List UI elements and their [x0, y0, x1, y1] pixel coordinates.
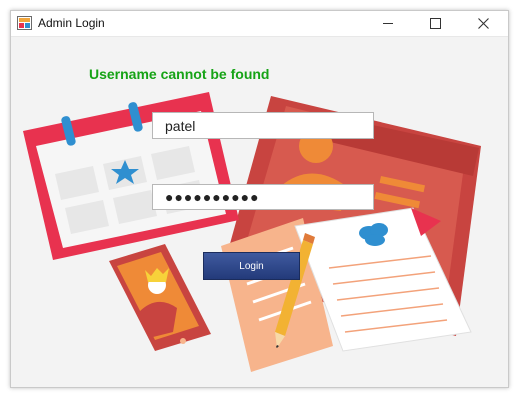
phone-illustration [109, 244, 211, 351]
title-bar: Admin Login [11, 11, 508, 37]
maximize-icon [429, 18, 441, 29]
window-title: Admin Login [38, 16, 105, 30]
close-button[interactable] [460, 11, 506, 36]
password-mask: ●●●●●●●●●● [165, 189, 260, 205]
close-icon [477, 18, 489, 29]
background-illustration [23, 92, 481, 372]
error-message: Username cannot be found [89, 66, 270, 82]
minimize-button[interactable] [365, 11, 411, 36]
app-icon [17, 16, 32, 30]
username-input[interactable]: patel [152, 112, 374, 139]
login-button[interactable]: Login [203, 252, 300, 280]
login-window: Admin Login Username cannot be found pat… [10, 10, 509, 388]
password-input[interactable]: ●●●●●●●●●● [152, 184, 374, 210]
minimize-icon [383, 23, 393, 24]
maximize-button[interactable] [412, 11, 458, 36]
